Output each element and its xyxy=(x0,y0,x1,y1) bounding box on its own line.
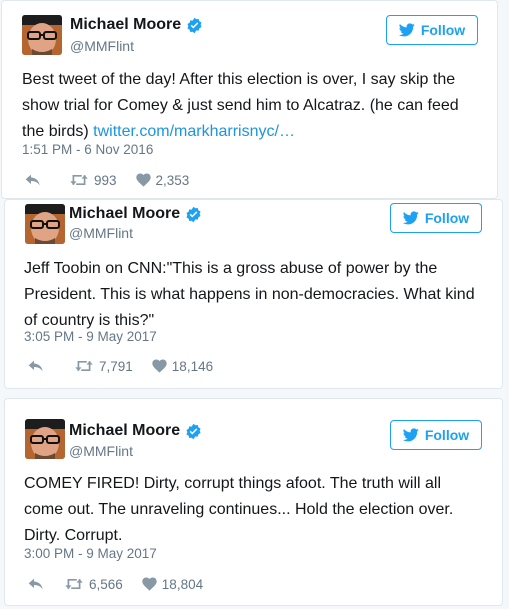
reply-button[interactable] xyxy=(28,359,44,373)
like-button[interactable]: 18,146 xyxy=(152,359,213,374)
user-handle[interactable]: @MMFlint xyxy=(69,442,133,460)
tweet-timestamp[interactable]: 1:51 PM - 6 Nov 2016 xyxy=(22,141,153,159)
user-handle[interactable]: @MMFlint xyxy=(69,224,133,242)
tweet-actions: 6,566 18,804 xyxy=(28,575,203,593)
heart-icon xyxy=(152,359,167,373)
retweet-count: 993 xyxy=(94,172,117,188)
reply-icon xyxy=(25,174,40,186)
retweet-icon xyxy=(65,578,83,590)
verified-badge-icon xyxy=(187,17,202,33)
verified-badge-icon xyxy=(186,206,201,222)
display-name[interactable]: Michael Moore xyxy=(70,15,203,35)
user-handle[interactable]: @MMFlint xyxy=(70,37,134,55)
heart-icon xyxy=(135,173,151,187)
reply-button[interactable] xyxy=(28,577,44,591)
retweet-button[interactable]: 7,791 xyxy=(74,359,133,374)
retweet-count: 6,566 xyxy=(89,576,123,592)
retweet-icon xyxy=(75,360,93,372)
tweet-card: Michael Moore @MMFlint Follow Jeff Toobi… xyxy=(4,199,503,389)
tweet-timestamp[interactable]: 3:05 PM - 9 May 2017 xyxy=(24,328,157,346)
tweet-text: Jeff Toobin on CNN:"This is a gross abus… xyxy=(24,260,475,329)
tweet-text: Best tweet of the day! After this electi… xyxy=(22,67,482,145)
like-button[interactable]: 2,353 xyxy=(135,172,190,188)
like-count: 2,353 xyxy=(155,172,190,188)
display-name[interactable]: Michael Moore xyxy=(69,204,202,224)
display-name-text: Michael Moore xyxy=(70,16,182,33)
retweet-button[interactable]: 6,566 xyxy=(64,577,123,592)
avatar[interactable] xyxy=(25,419,65,459)
follow-button-label: Follow xyxy=(424,427,470,443)
avatar[interactable] xyxy=(25,204,65,244)
tweet-timestamp[interactable]: 3:00 PM - 9 May 2017 xyxy=(24,545,157,563)
avatar[interactable] xyxy=(22,15,62,55)
verified-badge-icon xyxy=(186,423,201,439)
tweet-link[interactable]: twitter.com/markharrisnyc/… xyxy=(93,123,295,140)
display-name-text: Michael Moore xyxy=(69,205,181,222)
tweet-actions: 993 2,353 xyxy=(25,171,189,189)
twitter-bird-icon xyxy=(398,23,415,37)
retweet-icon xyxy=(70,174,88,186)
display-name[interactable]: Michael Moore xyxy=(69,421,202,441)
follow-button[interactable]: Follow xyxy=(390,203,482,233)
reply-icon xyxy=(28,360,43,372)
tweet-card: Michael Moore @MMFlint Follow COMEY FIRE… xyxy=(4,398,503,606)
like-count: 18,804 xyxy=(161,576,204,592)
twitter-bird-icon xyxy=(402,428,419,442)
retweet-count: 7,791 xyxy=(99,358,133,374)
display-name-text: Michael Moore xyxy=(69,422,181,439)
reply-button[interactable] xyxy=(25,173,41,187)
like-count: 18,146 xyxy=(171,358,214,374)
twitter-bird-icon xyxy=(402,211,419,225)
tweet-text: COMEY FIRED! Dirty, corrupt things afoot… xyxy=(24,475,454,544)
tweet-card: Michael Moore @MMFlint Follow Best tweet… xyxy=(1,0,498,199)
follow-button[interactable]: Follow xyxy=(386,15,478,45)
follow-button[interactable]: Follow xyxy=(390,420,482,450)
follow-button-label: Follow xyxy=(424,210,470,226)
tweet-actions: 7,791 18,146 xyxy=(28,357,213,375)
like-button[interactable]: 18,804 xyxy=(142,577,203,592)
reply-icon xyxy=(28,578,43,590)
follow-button-label: Follow xyxy=(420,22,466,38)
heart-icon xyxy=(142,577,157,591)
retweet-button[interactable]: 993 xyxy=(69,173,117,188)
